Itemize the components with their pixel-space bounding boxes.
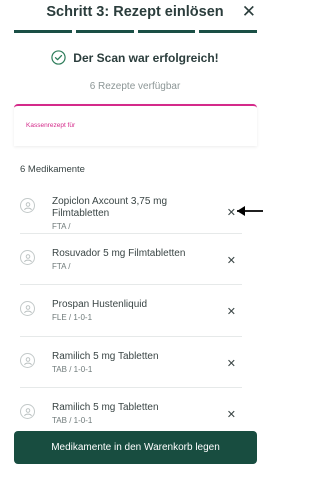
page-title: Schritt 3: Rezept einlösen	[46, 4, 224, 20]
medication-name: Zopiclon Axcount 3,75 mg Filmtabletten	[52, 196, 168, 219]
receipt-card[interactable]: Kassenrezept für	[14, 104, 257, 146]
check-circle-icon	[51, 50, 66, 65]
user-icon	[20, 352, 35, 368]
header: Schritt 3: Rezept einlösen ✕	[0, 0, 270, 34]
medication-name: Prospan Hustenliquid	[52, 299, 148, 310]
progress-step	[199, 30, 257, 33]
medication-detail: TAB / 1-0-1	[52, 416, 93, 425]
remove-icon[interactable]: ✕	[227, 255, 236, 267]
medication-list: Zopiclon Axcount 3,75 mg Filmtabletten F…	[20, 182, 242, 440]
medications-title: 6 Medikamente	[20, 164, 85, 175]
available-count: 6 Rezepte verfügbar	[89, 81, 181, 92]
receipt-label: Kassenrezept für	[26, 122, 76, 129]
success-banner: Der Scan war erfolgreich!	[0, 50, 270, 65]
medication-name: Ramilich 5 mg Tabletten	[52, 350, 159, 362]
medication-item: Prospan Hustenliquid FLE / 1-0-1 ✕	[20, 285, 242, 337]
medication-item: Rosuvador 5 mg Filmtabletten FTA / ✕	[20, 234, 242, 285]
success-message: Der Scan war erfolgreich!	[73, 50, 219, 65]
remove-icon[interactable]: ✕	[227, 410, 236, 421]
progress-step	[75, 30, 134, 33]
user-icon	[20, 404, 35, 419]
medication-detail: FTA /	[52, 261, 71, 271]
progress-bar	[14, 30, 257, 33]
remove-icon[interactable]: ✕	[227, 358, 236, 370]
medication-detail: TAB / 1-0-1	[52, 364, 93, 374]
user-icon	[20, 198, 35, 213]
remove-icon[interactable]: ✕	[227, 307, 236, 318]
user-icon	[20, 249, 35, 265]
arrow-left-icon	[237, 206, 263, 216]
medication-item: Zopiclon Axcount 3,75 mg Filmtabletten F…	[20, 182, 242, 234]
close-icon[interactable]: ✕	[242, 3, 256, 20]
progress-step	[137, 30, 196, 33]
medication-detail: FTA /	[52, 222, 71, 231]
progress-step	[14, 30, 72, 33]
medication-detail: FLE / 1-0-1	[52, 313, 93, 322]
user-icon	[20, 301, 35, 316]
medication-name: Ramilich 5 mg Tabletten	[52, 402, 159, 413]
medication-item: Ramilich 5 mg Tabletten TAB / 1-0-1 ✕	[20, 337, 242, 388]
add-to-cart-button[interactable]: Medikamente in den Warenkorb legen	[14, 431, 257, 464]
medication-name: Rosuvador 5 mg Filmtabletten	[52, 247, 186, 259]
